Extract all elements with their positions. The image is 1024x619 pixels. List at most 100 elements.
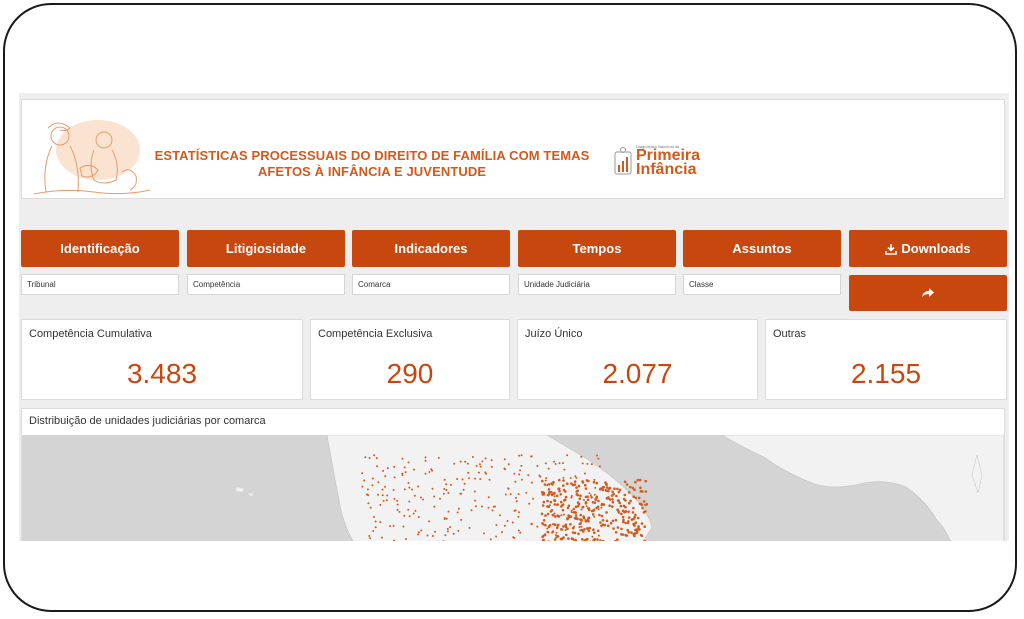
tribunal-filter[interactable]: Tribunal [21, 274, 179, 295]
classe-filter[interactable]: Classe [683, 274, 841, 295]
competencia-filter[interactable]: Competência [187, 274, 345, 295]
comarca-marker [562, 503, 565, 506]
comarca-marker [586, 495, 589, 498]
comarca-marker [518, 454, 521, 457]
comarca-marker [624, 521, 627, 525]
tab-indicadores[interactable]: Indicadores [352, 230, 510, 267]
comarca-marker [541, 535, 544, 539]
comarca-marker [597, 534, 600, 537]
comarca-marker [377, 493, 379, 496]
comarca-marker [513, 509, 516, 512]
comarca-marker [420, 529, 423, 532]
comarca-marker [586, 537, 589, 541]
comarca-marker [553, 491, 556, 495]
downloads-button[interactable]: Downloads [849, 230, 1007, 267]
kpi-outras: Outras 2.155 [765, 319, 1007, 400]
comarca-marker [571, 483, 575, 487]
comarca-marker [564, 490, 567, 493]
comarca-marker [407, 508, 410, 511]
comarca-map[interactable] [22, 435, 1004, 541]
comarca-marker [532, 497, 535, 500]
comarca-marker [520, 454, 523, 457]
comarca-marker [577, 532, 580, 535]
comarca-marker [622, 504, 626, 508]
comarca-marker [609, 521, 613, 525]
comarca-marker [562, 484, 565, 487]
comarca-marker [544, 479, 547, 482]
comarca-marker [551, 531, 554, 534]
comarca-marker [645, 502, 649, 506]
comarca-marker [488, 478, 491, 481]
comarca-marker [575, 486, 578, 489]
comarca-marker [404, 471, 407, 474]
comarca-marker [621, 509, 625, 513]
comarca-marker [518, 473, 521, 476]
comarca-marker [587, 508, 591, 512]
comarca-marker [553, 515, 557, 518]
comarca-marker [401, 457, 404, 460]
comarca-marker [555, 526, 559, 529]
comarca-marker [540, 512, 544, 516]
comarca-marker [428, 520, 430, 523]
kpi-competencia-exclusiva: Competência Exclusiva 290 [310, 319, 510, 400]
comarca-marker [546, 484, 549, 487]
comarca-marker [633, 488, 636, 491]
comarca-marker [637, 527, 640, 530]
tab-tempos[interactable]: Tempos [518, 230, 676, 267]
comarca-marker [543, 533, 547, 536]
comarca-marker [612, 492, 615, 496]
comarca-marker [557, 487, 561, 490]
tab-assuntos[interactable]: Assuntos [683, 230, 841, 267]
comarca-marker [563, 513, 565, 516]
comarca-marker [381, 488, 384, 491]
comarca-marker [398, 510, 401, 513]
comarca-marker [579, 518, 582, 521]
comarca-marker [381, 494, 384, 497]
comarca-marker [616, 487, 619, 491]
share-icon [922, 288, 934, 298]
comarca-marker [608, 504, 611, 507]
comarca-marker [580, 508, 583, 511]
comarca-marker [644, 479, 647, 483]
comarca-marker [470, 509, 473, 512]
comarca-marker [407, 461, 410, 464]
comarca-filter[interactable]: Comarca [352, 274, 510, 295]
comarca-marker [620, 533, 623, 536]
comarca-marker [613, 487, 616, 490]
comarca-marker [582, 505, 585, 508]
comarca-marker [624, 533, 627, 537]
comarca-marker [634, 528, 637, 532]
comarca-marker [414, 509, 417, 512]
tab-identificacao[interactable]: Identificação [21, 230, 179, 267]
comarca-marker [562, 525, 565, 528]
comarca-marker [459, 460, 462, 463]
comarca-marker [604, 489, 608, 492]
comarca-marker [433, 505, 436, 508]
unidade-judiciaria-filter[interactable]: Unidade Judiciária [518, 274, 676, 295]
comarca-marker [499, 514, 501, 517]
comarca-marker [401, 472, 404, 475]
comarca-marker [586, 498, 590, 502]
kpi-juizo-unico: Juízo Único 2.077 [517, 319, 758, 400]
comarca-marker [623, 493, 627, 497]
comarca-marker [374, 526, 377, 529]
comarca-marker [551, 483, 554, 486]
comarca-marker [635, 531, 638, 535]
comarca-marker [601, 523, 605, 526]
comarca-marker [608, 498, 612, 501]
comarca-marker [542, 492, 546, 496]
comarca-marker [372, 530, 375, 532]
comarca-marker [616, 526, 620, 529]
comarca-marker [536, 525, 539, 528]
comarca-marker [511, 521, 514, 524]
comarca-marker [374, 520, 377, 523]
tab-litigiosidade[interactable]: Litigiosidade [187, 230, 345, 267]
comarca-marker [487, 506, 490, 509]
comarca-marker [417, 533, 420, 536]
comarca-marker [460, 518, 463, 521]
comarca-marker [638, 496, 641, 500]
comarca-marker [484, 457, 487, 460]
comarca-marker [572, 507, 575, 511]
share-button[interactable] [849, 275, 1007, 311]
comarca-marker [588, 492, 591, 495]
